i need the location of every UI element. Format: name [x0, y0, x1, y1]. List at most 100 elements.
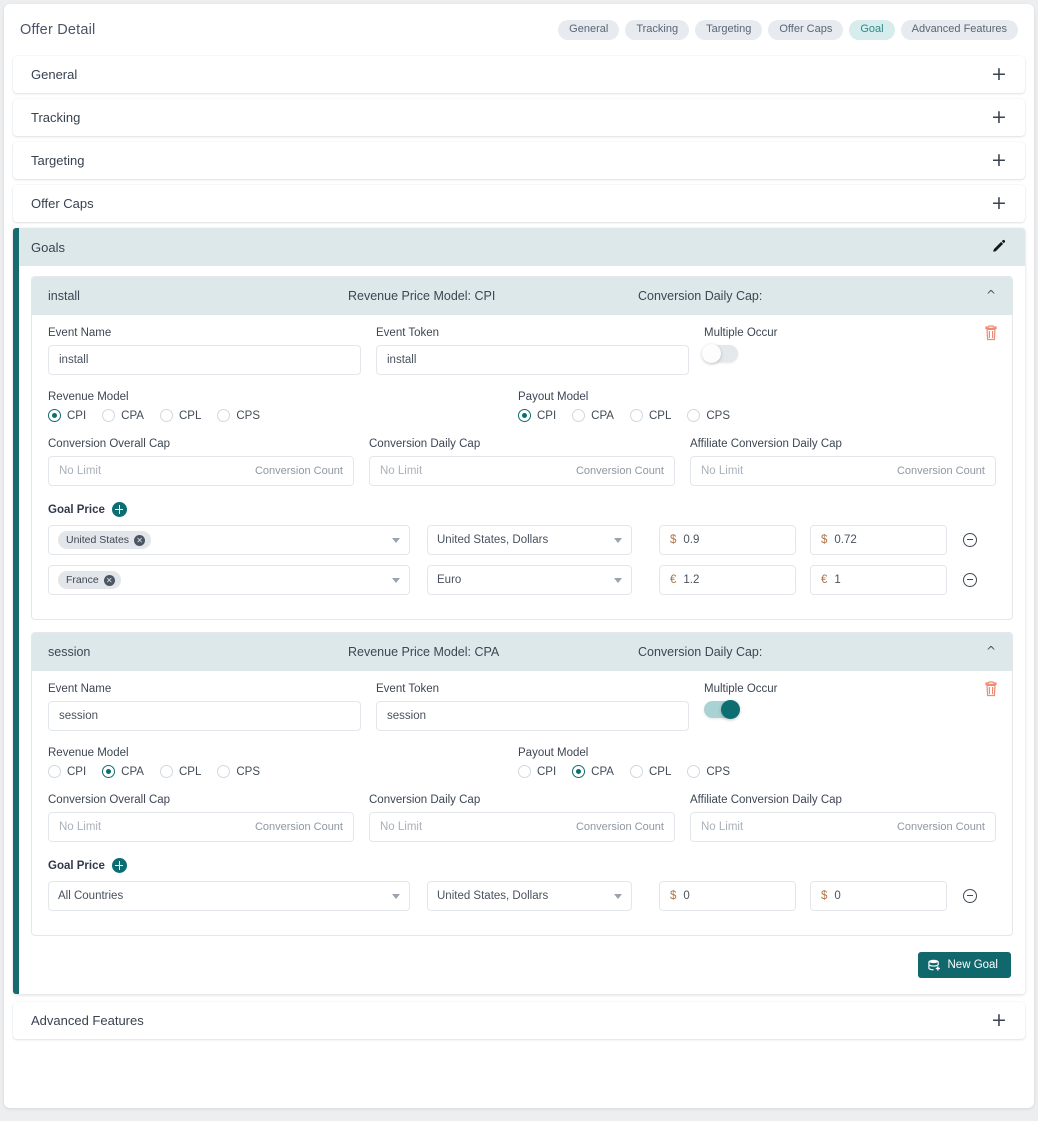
radio-indicator[interactable]	[687, 409, 701, 422]
close-icon[interactable]: ✕	[103, 574, 115, 586]
remove-goal-price-icon[interactable]	[963, 889, 977, 903]
country-tag[interactable]: United States ✕	[58, 531, 152, 549]
chevron-down-icon[interactable]	[392, 577, 400, 583]
payout-model-radio-group[interactable]: CPI CPA CPL CPS	[518, 409, 746, 422]
radio-indicator[interactable]	[159, 409, 173, 422]
chevron-down-icon[interactable]	[392, 537, 400, 543]
conversion-daily-cap-input[interactable]: No Limit Conversion Count	[369, 812, 675, 842]
radio-indicator[interactable]	[572, 765, 586, 778]
radio-indicator[interactable]	[687, 765, 701, 778]
remove-goal-price-icon[interactable]	[963, 533, 977, 547]
payout-price-input[interactable]: €1	[810, 565, 947, 595]
pencil-icon[interactable]	[991, 239, 1007, 255]
chip-offer-caps[interactable]: Offer Caps	[768, 20, 844, 40]
chip-goal[interactable]: Goal	[849, 20, 895, 40]
plus-icon[interactable]: +	[991, 64, 1007, 83]
accordion-targeting[interactable]: Targeting +	[13, 142, 1025, 179]
radio-indicator[interactable]	[217, 409, 231, 422]
radio-indicator[interactable]	[48, 409, 61, 422]
radio-payout-model-cpi[interactable]: CPI	[518, 765, 556, 778]
country-select[interactable]: All Countries	[48, 881, 410, 911]
radio-revenue-model-cpi[interactable]: CPI	[48, 765, 86, 778]
chip-tracking[interactable]: Tracking	[625, 20, 690, 40]
plus-icon[interactable]: +	[991, 107, 1007, 126]
radio-revenue-model-cps[interactable]: CPS	[217, 409, 260, 422]
revenue-price-input[interactable]: $0	[659, 881, 796, 911]
conversion-daily-cap-input[interactable]: No Limit Conversion Count	[369, 456, 675, 486]
conversion-overall-cap-input[interactable]: No Limit Conversion Count	[48, 456, 354, 486]
radio-payout-model-cpl[interactable]: CPL	[629, 409, 671, 422]
plus-icon[interactable]: +	[991, 150, 1007, 169]
radio-indicator[interactable]	[629, 765, 643, 778]
country-select[interactable]: United States ✕	[48, 525, 410, 555]
radio-indicator[interactable]	[102, 409, 116, 422]
accordion-offer-caps[interactable]: Offer Caps +	[13, 185, 1025, 222]
radio-revenue-model-cpa[interactable]: CPA	[102, 409, 144, 422]
radio-indicator[interactable]	[629, 409, 643, 422]
radio-indicator[interactable]	[217, 765, 231, 778]
radio-payout-model-cpi[interactable]: CPI	[518, 409, 556, 422]
chip-general[interactable]: General	[558, 20, 620, 40]
trash-icon[interactable]	[984, 325, 998, 341]
chevron-down-icon[interactable]	[614, 537, 622, 543]
currency-select[interactable]: United States, Dollars	[427, 881, 632, 911]
radio-payout-model-cps[interactable]: CPS	[687, 765, 730, 778]
radio-indicator[interactable]	[572, 409, 586, 422]
chevron-down-icon[interactable]	[614, 893, 622, 899]
currency-select[interactable]: Euro	[427, 565, 632, 595]
radio-indicator[interactable]	[518, 765, 531, 778]
accordion-advanced-features[interactable]: Advanced Features +	[13, 1002, 1025, 1039]
goal-summary-header[interactable]: session Revenue Price Model: CPA Conversio…	[32, 633, 1012, 671]
new-goal-button[interactable]: New Goal	[917, 952, 1011, 978]
radio-payout-model-cpl[interactable]: CPL	[629, 765, 671, 778]
affiliate-conversion-daily-cap-input[interactable]: No Limit Conversion Count	[690, 456, 996, 486]
chip-targeting[interactable]: Targeting	[695, 20, 763, 40]
radio-indicator[interactable]	[48, 765, 61, 778]
radio-revenue-model-cpa[interactable]: CPA	[102, 765, 144, 778]
radio-payout-model-cps[interactable]: CPS	[687, 409, 730, 422]
radio-revenue-model-cps[interactable]: CPS	[217, 765, 260, 778]
accordion-general[interactable]: General +	[13, 56, 1025, 93]
chevron-up-icon[interactable]: ^	[986, 644, 996, 658]
radio-indicator[interactable]	[102, 765, 116, 778]
chevron-down-icon[interactable]	[392, 893, 400, 899]
chip-advanced-features[interactable]: Advanced Features	[900, 20, 1018, 40]
event-token-input[interactable]: install	[376, 345, 689, 375]
payout-price-input[interactable]: $0.72	[810, 525, 947, 555]
payout-price-input[interactable]: $0	[810, 881, 947, 911]
revenue-model-radio-group[interactable]: CPI CPA CPL CPS	[48, 765, 518, 778]
revenue-model-radio-group[interactable]: CPI CPA CPL CPS	[48, 409, 518, 422]
plus-icon[interactable]: +	[991, 1010, 1007, 1029]
radio-payout-model-cpa[interactable]: CPA	[572, 765, 614, 778]
affiliate-conversion-daily-cap-input[interactable]: No Limit Conversion Count	[690, 812, 996, 842]
radio-indicator[interactable]	[159, 765, 173, 778]
close-icon[interactable]: ✕	[134, 534, 146, 546]
radio-revenue-model-cpi[interactable]: CPI	[48, 409, 86, 422]
revenue-price-input[interactable]: €1.2	[659, 565, 796, 595]
add-goal-price-icon[interactable]	[111, 858, 127, 873]
country-tag[interactable]: France ✕	[58, 571, 121, 589]
goals-section-header[interactable]: Goals	[19, 228, 1025, 266]
radio-revenue-model-cpl[interactable]: CPL	[159, 409, 201, 422]
chevron-down-icon[interactable]	[614, 577, 622, 583]
multiple-occur-toggle[interactable]	[702, 344, 738, 363]
accordion-tracking[interactable]: Tracking +	[13, 99, 1025, 136]
plus-icon[interactable]: +	[991, 193, 1007, 212]
remove-goal-price-icon[interactable]	[963, 573, 977, 587]
conversion-overall-cap-input[interactable]: No Limit Conversion Count	[48, 812, 354, 842]
event-name-input[interactable]: install	[48, 345, 361, 375]
radio-indicator[interactable]	[518, 409, 531, 422]
revenue-price-input[interactable]: $0.9	[659, 525, 796, 555]
radio-revenue-model-cpl[interactable]: CPL	[159, 765, 201, 778]
event-token-input[interactable]: session	[376, 701, 689, 731]
payout-model-radio-group[interactable]: CPI CPA CPL CPS	[518, 765, 746, 778]
trash-icon[interactable]	[984, 681, 998, 697]
chevron-up-icon[interactable]: ^	[986, 288, 996, 302]
add-goal-price-icon[interactable]	[111, 502, 127, 517]
currency-select[interactable]: United States, Dollars	[427, 525, 632, 555]
radio-payout-model-cpa[interactable]: CPA	[572, 409, 614, 422]
goal-summary-header[interactable]: install Revenue Price Model: CPI Conversio…	[32, 277, 1012, 315]
event-name-input[interactable]: session	[48, 701, 361, 731]
country-select[interactable]: France ✕	[48, 565, 410, 595]
multiple-occur-toggle[interactable]	[704, 700, 740, 719]
